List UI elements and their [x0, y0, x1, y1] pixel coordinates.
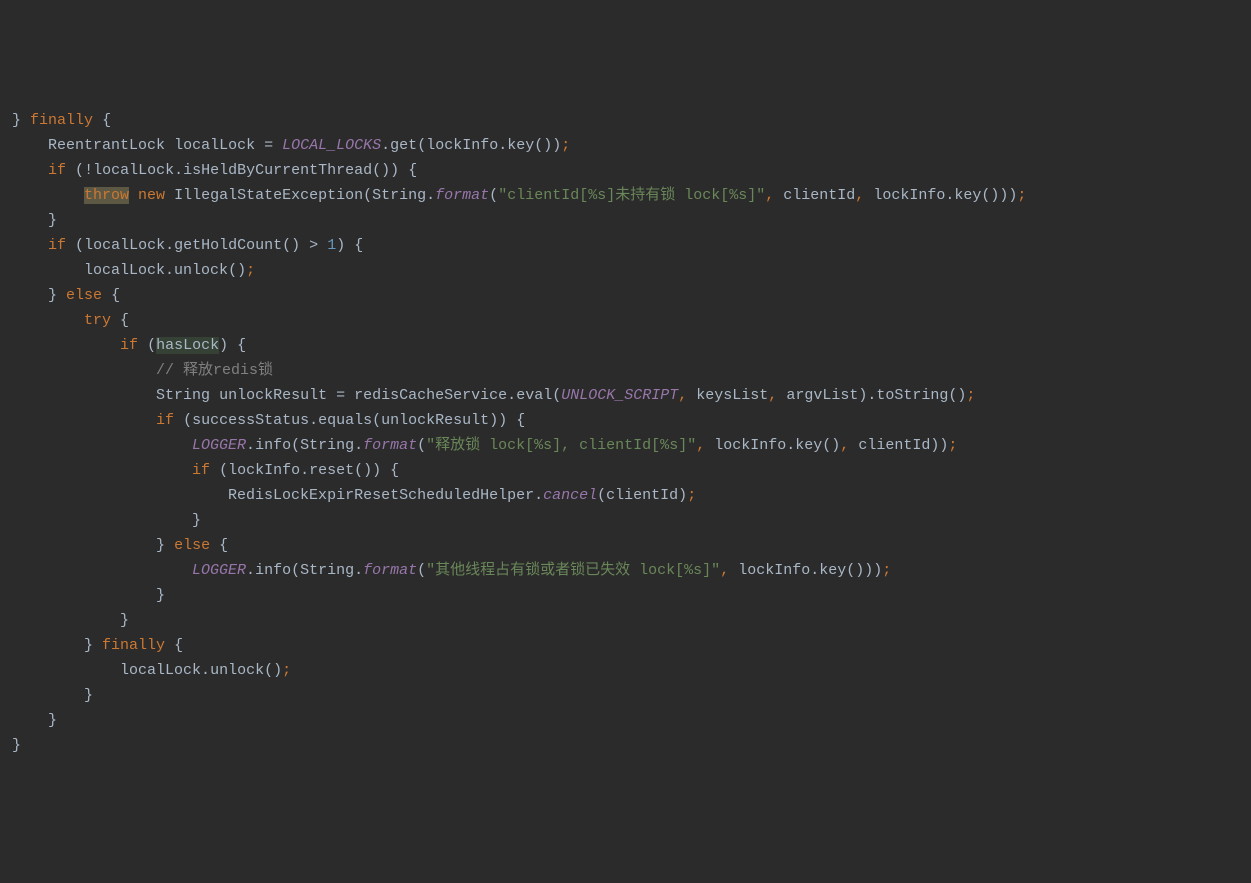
code-line: }	[12, 612, 129, 629]
code-line: }	[12, 587, 165, 604]
code-line: LOGGER.info(String.format("释放锁 lock[%s],…	[12, 437, 957, 454]
code-line: } finally {	[12, 637, 183, 654]
code-line: LOGGER.info(String.format("其他线程占有锁或者锁已失效…	[12, 562, 891, 579]
code-line: // 释放redis锁	[12, 362, 273, 379]
code-line: RedisLockExpirResetScheduledHelper.cance…	[12, 487, 696, 504]
code-line: if (localLock.getHoldCount() > 1) {	[12, 237, 363, 254]
throw-keyword-highlight: throw	[84, 187, 129, 204]
code-line: } else {	[12, 287, 120, 304]
code-line: try {	[12, 312, 129, 329]
code-line: ReentrantLock localLock = LOCAL_LOCKS.ge…	[12, 137, 570, 154]
code-line: throw new IllegalStateException(String.f…	[12, 187, 1026, 204]
code-line: if (!localLock.isHeldByCurrentThread()) …	[12, 162, 417, 179]
code-line: localLock.unlock();	[12, 262, 255, 279]
code-line: if (hasLock) {	[12, 337, 246, 354]
code-line: } finally {	[12, 112, 111, 129]
code-editor[interactable]: } finally { ReentrantLock localLock = LO…	[12, 108, 1239, 758]
code-line: localLock.unlock();	[12, 662, 291, 679]
code-line: } else {	[12, 537, 228, 554]
code-line: }	[12, 687, 93, 704]
code-line: if (successStatus.equals(unlockResult)) …	[12, 412, 525, 429]
code-line: }	[12, 512, 201, 529]
code-line: if (lockInfo.reset()) {	[12, 462, 399, 479]
variable-highlight: hasLock	[156, 337, 219, 354]
code-line: }	[12, 212, 57, 229]
code-line: }	[12, 737, 21, 754]
code-line: }	[12, 712, 57, 729]
code-line: String unlockResult = redisCacheService.…	[12, 387, 975, 404]
